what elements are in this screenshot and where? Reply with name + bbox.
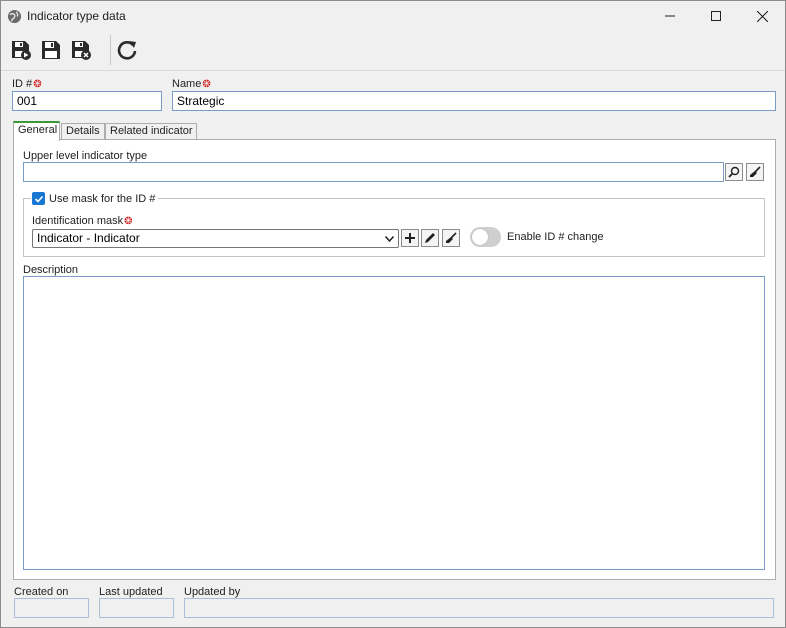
identification-mask-value: Indicator - Indicator xyxy=(37,231,140,245)
checkmark-icon xyxy=(34,195,43,203)
search-button[interactable] xyxy=(725,163,743,181)
enable-id-change-toggle[interactable] xyxy=(470,227,501,247)
upper-level-label: Upper level indicator type xyxy=(23,150,148,162)
name-label: Name❂ xyxy=(172,78,211,90)
maximize-icon xyxy=(711,11,721,21)
use-mask-label: Use mask for the ID # xyxy=(49,192,156,205)
clear-mask-button[interactable] xyxy=(442,229,460,247)
floppy-plus-icon xyxy=(12,41,31,60)
last-updated-field xyxy=(99,598,174,618)
use-mask-checkbox[interactable] xyxy=(32,192,45,205)
search-icon xyxy=(728,166,740,178)
chevron-down-icon xyxy=(385,236,394,242)
globe-icon xyxy=(7,9,22,24)
required-icon: ❂ xyxy=(124,216,133,227)
identification-mask-select[interactable]: Indicator - Indicator xyxy=(32,229,399,248)
identification-mask-label: Identification mask❂ xyxy=(32,215,133,227)
tab-related-indicator[interactable]: Related indicator xyxy=(105,123,197,140)
pencil-icon xyxy=(425,233,435,243)
window-title: Indicator type data xyxy=(27,9,126,23)
use-mask-checkbox-row[interactable]: Use mask for the ID # xyxy=(31,192,159,205)
created-on-field xyxy=(14,598,89,618)
close-icon xyxy=(756,10,768,22)
save-and-close-button[interactable] xyxy=(68,37,94,63)
eraser-icon xyxy=(750,166,761,177)
description-textarea[interactable] xyxy=(23,276,765,570)
save-button[interactable] xyxy=(38,37,64,63)
mask-groupbox xyxy=(23,198,765,257)
save-and-new-button[interactable] xyxy=(8,37,34,63)
upper-level-field[interactable] xyxy=(23,162,724,182)
updated-by-field xyxy=(184,598,774,618)
required-icon: ❂ xyxy=(202,79,211,90)
refresh-button[interactable] xyxy=(114,37,140,63)
toolbar-separator xyxy=(110,35,111,65)
description-label: Description xyxy=(23,264,79,276)
refresh-icon xyxy=(117,41,137,60)
close-button[interactable] xyxy=(739,1,785,31)
floppy-close-icon xyxy=(72,41,91,60)
created-on-label: Created on xyxy=(14,586,69,598)
toggle-knob xyxy=(472,229,488,245)
toolbar xyxy=(1,31,785,71)
id-label: ID #❂ xyxy=(12,78,42,90)
title-bar: Indicator type data xyxy=(1,1,785,31)
floppy-icon xyxy=(42,41,60,59)
minimize-icon xyxy=(665,15,675,17)
required-icon: ❂ xyxy=(33,79,42,90)
eraser-icon xyxy=(446,232,457,243)
updated-by-label: Updated by xyxy=(184,586,241,598)
name-field[interactable]: Strategic xyxy=(172,91,776,111)
id-field[interactable]: 001 xyxy=(12,91,162,111)
tab-general[interactable]: General xyxy=(13,121,60,141)
maximize-button[interactable] xyxy=(693,1,739,31)
dialog-window: Indicator type data ID #❂ 001 Name❂ Stra… xyxy=(0,0,786,628)
tab-details[interactable]: Details xyxy=(61,123,105,140)
add-mask-button[interactable] xyxy=(401,229,419,247)
minimize-button[interactable] xyxy=(647,1,693,31)
plus-icon xyxy=(405,233,415,243)
last-updated-label: Last updated xyxy=(99,586,163,598)
clear-button[interactable] xyxy=(746,163,764,181)
enable-id-change-label: Enable ID # change xyxy=(507,231,604,243)
edit-mask-button[interactable] xyxy=(421,229,439,247)
